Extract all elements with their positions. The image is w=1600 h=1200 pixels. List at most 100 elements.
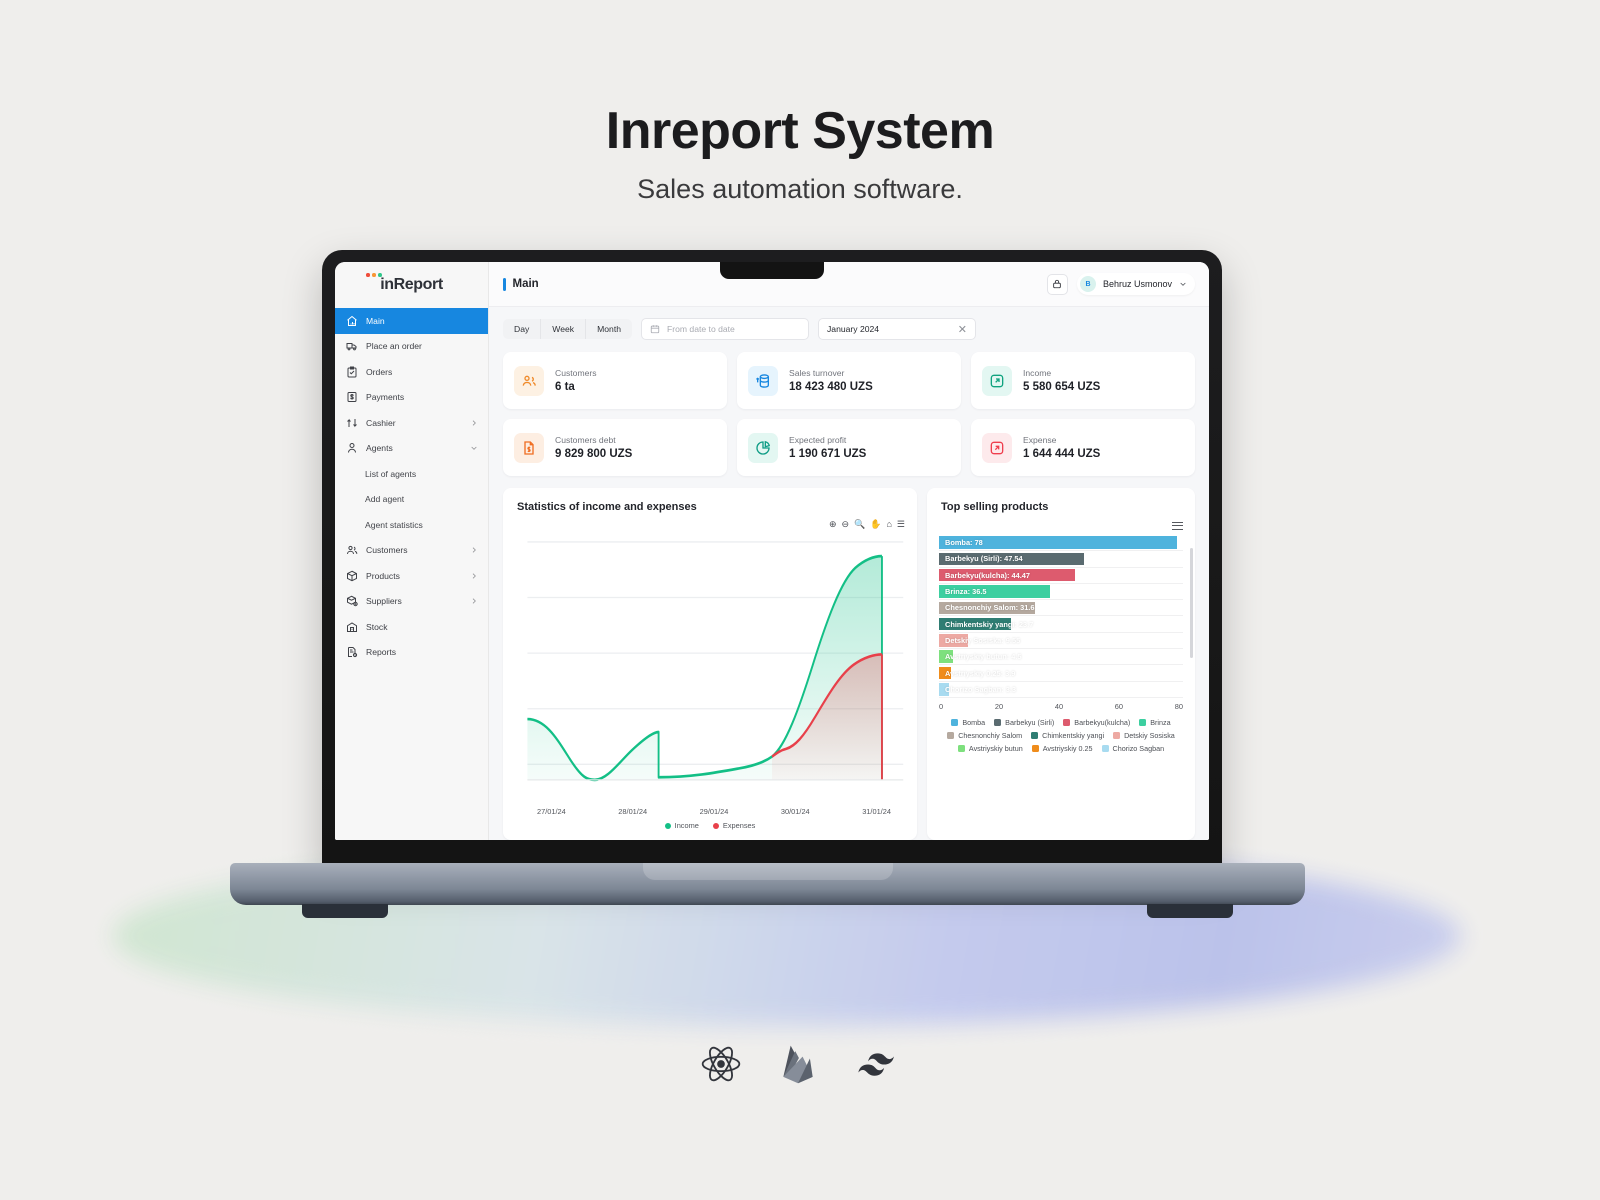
x-tick: 20: [994, 701, 1004, 711]
user-menu[interactable]: B Behruz Usmonov: [1076, 273, 1195, 295]
lock-button[interactable]: [1046, 273, 1068, 295]
date-range-input[interactable]: From date to date: [641, 318, 809, 340]
sidebar-item-label: Reports: [366, 647, 397, 658]
sidebar-item-customers[interactable]: Customers: [335, 538, 488, 564]
stat-card-income: Income 5 580 654 UZS: [971, 352, 1195, 409]
sidebar-item-label: Main: [366, 315, 385, 326]
legend-item[interactable]: Chesnonchiy Salom: [947, 731, 1022, 740]
tab-day[interactable]: Day: [503, 319, 542, 339]
tailwind-icon: [858, 1053, 894, 1076]
sidebar-item-products[interactable]: Products: [335, 563, 488, 589]
home-icon: [345, 314, 358, 327]
sidebar-item-place-an-order[interactable]: Place an order: [335, 334, 488, 360]
legend-item[interactable]: Avstriyskiy butun: [957, 743, 1023, 753]
sidebar-subitem-add-agent[interactable]: Add agent: [335, 487, 488, 513]
legend-item[interactable]: Chimkentskiy yangi: [1031, 731, 1104, 740]
stat-value: 6 ta: [555, 381, 575, 393]
legend-item[interactable]: Detskiy Sosiska: [1113, 731, 1175, 740]
sidebar-item-cashier[interactable]: Cashier: [335, 410, 488, 436]
x-axis-labels: 27/01/24 28/01/24 29/01/24 30/01/24 31/0…: [503, 807, 917, 816]
sidebar-item-suppliers[interactable]: Suppliers: [335, 589, 488, 615]
laptop-foot-left: [302, 904, 388, 918]
stat-label: Customers: [555, 368, 597, 378]
sidebar-item-label: Orders: [366, 366, 393, 377]
x-tick: 28/01/24: [618, 807, 648, 816]
reset-icon[interactable]: ⌂: [886, 520, 891, 529]
stat-cards: Customers 6 ta Sales turnover 18 423 480 U…: [489, 340, 1209, 476]
month-value: January 2024: [827, 324, 880, 334]
tab-month[interactable]: Month: [586, 319, 632, 339]
stat-value: 5 580 654 UZS: [1023, 381, 1101, 393]
close-icon[interactable]: ✕: [958, 323, 967, 336]
month-select[interactable]: January 2024 ✕: [818, 318, 976, 340]
legend-item-expenses[interactable]: Expenses: [712, 821, 755, 830]
bar-row: Bomba: 78: [939, 535, 1183, 552]
main-content: Main B Behruz Usmonov Day Week Month Fro…: [489, 262, 1209, 840]
bar-label: Avstriyskiy butun: 4.5: [945, 652, 1022, 662]
x-tick: 0: [939, 701, 944, 711]
charts-row: Statistics of income and expenses ⊕ ⊖ 🔍 …: [489, 476, 1209, 840]
sidebar-item-agents[interactable]: Agents: [335, 436, 488, 462]
title-accent-bar: [503, 277, 506, 291]
selection-zoom-icon[interactable]: 🔍: [854, 520, 865, 529]
legend-item-income[interactable]: Income: [664, 821, 699, 830]
panel-scrollbar[interactable]: [1190, 548, 1193, 658]
sidebar-subitem-agent-statistics[interactable]: Agent statistics: [335, 512, 488, 538]
legend-label: Avstriyskiy butun: [968, 743, 1023, 753]
menu-icon[interactable]: ☰: [897, 520, 905, 529]
horizontal-bar-chart[interactable]: Bomba: 78 Barbekyu (Sirli): 47.54 Barbek…: [927, 530, 1195, 698]
person-icon: [345, 442, 358, 455]
sidebar-subitem-list-of-agents[interactable]: List of agents: [335, 461, 488, 487]
current-page-label: Main: [512, 278, 539, 290]
legend-item[interactable]: Bomba: [951, 718, 985, 727]
chevron-down-icon: [1180, 282, 1186, 286]
calendar-icon: [650, 325, 660, 334]
x-tick: 30/01/24: [780, 807, 810, 816]
sidebar-item-label: Payments: [366, 392, 405, 403]
laptop-screen: inReport Main Place an order Orders Paym…: [335, 262, 1209, 840]
bar-row: Chesnonchiy Salom: 31.6: [939, 600, 1183, 617]
sidebar-item-stock[interactable]: Stock: [335, 614, 488, 640]
legend-item[interactable]: Chorizo Sagban: [1101, 744, 1164, 753]
bar-label: Avstriyskiy 0.25: 3.9: [945, 668, 1016, 678]
bar-label: Chorizo Sagban: 3.3: [945, 684, 1017, 694]
legend-item[interactable]: Barbekyu(kulcha): [1063, 718, 1130, 727]
sidebar-item-payments[interactable]: Payments: [335, 385, 488, 411]
sidebar-item-label: Cashier: [366, 417, 396, 428]
topbar: Main B Behruz Usmonov: [489, 262, 1209, 307]
zoom-out-icon[interactable]: ⊖: [842, 520, 850, 529]
chart-legend: Income Expenses: [503, 816, 917, 840]
supplier-icon: [345, 595, 358, 608]
legend-item[interactable]: Barbekyu (Sirli): [994, 718, 1054, 727]
zoom-in-icon[interactable]: ⊕: [829, 520, 837, 529]
stat-label: Expense: [1023, 435, 1057, 445]
area-chart[interactable]: [503, 529, 917, 807]
legend-label: Brinza: [1150, 717, 1171, 727]
legend-label: Avstriyskiy 0.25: [1042, 743, 1093, 753]
stat-value: 1 190 671 UZS: [789, 448, 867, 460]
legend-label: Barbekyu(kulcha): [1074, 717, 1131, 727]
customers-icon: [514, 365, 544, 396]
sidebar-item-reports[interactable]: Reports: [335, 640, 488, 666]
tab-week[interactable]: Week: [541, 319, 587, 339]
bar-row: Chorizo Sagban: 3.3: [939, 682, 1183, 698]
filter-bar: Day Week Month From date to date January…: [489, 307, 1209, 340]
stat-value: 1 644 444 UZS: [1023, 448, 1101, 460]
sidebar-item-main[interactable]: Main: [335, 308, 488, 334]
stat-card-expected-profit: Expected profit 1 190 671 UZS: [737, 419, 961, 476]
stat-card-expense: Expense 1 644 444 UZS: [971, 419, 1195, 476]
period-segmented-control[interactable]: Day Week Month: [503, 319, 632, 339]
sidebar-item-orders[interactable]: Orders: [335, 359, 488, 385]
bar-label: Detskiy Sosiska: 9.55: [945, 635, 1021, 645]
brand-logo[interactable]: inReport: [335, 262, 488, 307]
legend-label: Income: [674, 821, 699, 830]
legend-item[interactable]: Avstriyskiy 0.25: [1031, 743, 1093, 753]
pan-icon[interactable]: ✋: [870, 520, 881, 529]
page-title: Inreport System: [605, 102, 995, 160]
stat-label: Sales turnover: [789, 368, 845, 378]
chart-menu-button[interactable]: [927, 513, 1195, 530]
legend-item[interactable]: Brinza: [1139, 717, 1171, 727]
stat-value: 9 829 800 UZS: [555, 448, 633, 460]
lock-icon: [1053, 279, 1062, 289]
people-icon: [345, 544, 358, 557]
